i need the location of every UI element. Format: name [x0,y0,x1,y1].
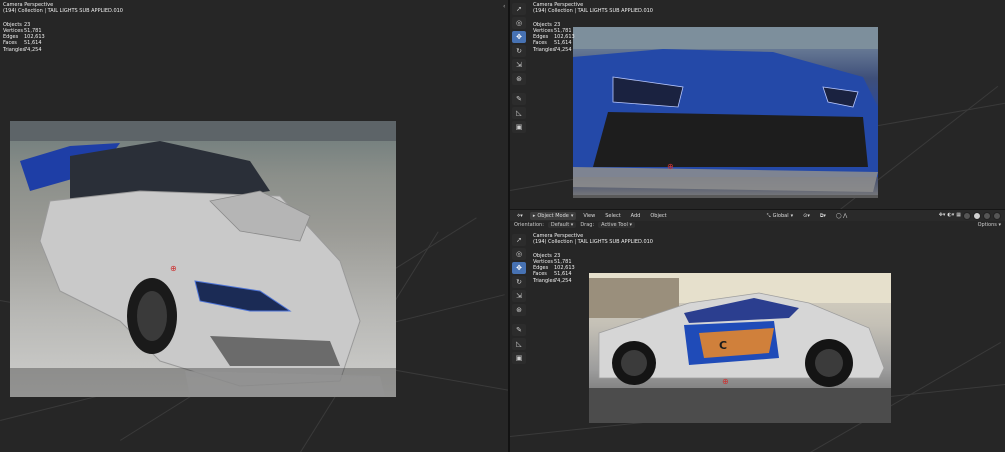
collection-label: (194) Collection | TAIL LIGHTS SUB APPLI… [533,239,653,246]
material-shading-icon[interactable] [983,211,991,220]
car-render-side: C ⊕ [589,273,891,423]
chevron-down-icon: ▾ [570,212,574,219]
viewport-header: ⟡▾ ▸ Object Mode ▾ View Select Add Objec… [510,209,1005,221]
chevron-down-icon: ▾ [998,222,1001,228]
mode-dropdown[interactable]: ▸ Object Mode ▾ [529,211,577,220]
snap-icon[interactable]: ⧉▾ [817,212,829,220]
viewport-bottom-right[interactable]: Camera Perspective (194) Collection | TA… [510,221,1005,452]
rotate-icon[interactable]: ↻ [512,45,526,57]
cursor-select-icon[interactable]: ➚ [512,3,526,15]
tool-separator [512,318,526,322]
3d-cursor-icon[interactable]: ◎ [512,248,526,260]
drag-dropdown[interactable]: Active Tool ▾ [598,222,636,228]
solid-shading-icon[interactable] [973,211,981,220]
add-cube-icon[interactable]: ▣ [512,121,526,133]
menu-view[interactable]: View [580,212,598,220]
menu-add[interactable]: Add [628,212,644,220]
stat-value: 74,254 [554,277,572,284]
area-split-arrow-icon[interactable]: ‹ [503,3,505,10]
cursor-select-icon[interactable]: ➚ [512,234,526,246]
stat-value: 74,254 [554,46,572,53]
wireframe-shading-icon[interactable] [963,211,971,220]
chevron-down-icon: ▾ [790,212,794,219]
chevron-down-icon: ▾ [629,222,633,228]
tool-settings-bar: Orientation: Default ▾ Drag: Active Tool… [510,221,1005,229]
svg-text:⊕: ⊕ [722,377,729,386]
options-dropdown[interactable]: Options ▾ [978,222,1005,228]
options-label: Options [977,222,997,228]
move-icon[interactable]: ✥ [512,262,526,274]
tool-separator [512,87,526,91]
measure-icon[interactable]: ◺ [512,107,526,119]
tool-shelf: ➚ ◎ ✥ ↻ ⇲ ⊛ ✎ ◺ ▣ [512,234,526,364]
viewport-overlay-info: Camera Perspective (194) Collection | TA… [533,233,653,284]
stat-value: 74,254 [24,46,42,53]
menu-object[interactable]: Object [647,212,669,220]
scene-stats: Objects 23 Vertices 51,781 Edges 102,613 Fa… [533,22,653,53]
overlay-icon[interactable]: ◐▾ [947,212,954,220]
orientation-value: Default [550,222,570,228]
drag-label: Drag: [580,222,595,228]
mesh-lower-region [10,368,396,397]
shading-controls: ✥▾ ◐▾ ▦ [939,211,1005,220]
gizmo-icon[interactable]: ✥▾ [939,212,946,220]
pivot-icon[interactable]: ⊙▾ [800,212,813,220]
annotate-icon[interactable]: ✎ [512,324,526,336]
scale-icon[interactable]: ⇲ [512,290,526,302]
svg-text:⊕: ⊕ [667,162,674,171]
transform-orientation-dropdown[interactable]: ⤡ Global ▾ [764,212,796,220]
tool-shelf: ➚ ◎ ✥ ↻ ⇲ ⊛ ✎ ◺ ▣ [512,3,526,133]
scene-stats: Objects 23 Vertices 51,781 Edges 102,613 Fa… [3,22,123,53]
editor-type-icon[interactable]: ⟡▾ [514,212,526,220]
reference-image-side[interactable]: C ⊕ [589,273,891,423]
orientation-dropdown[interactable]: Default ▾ [547,222,577,228]
transform-icon[interactable]: ⊛ [512,304,526,316]
svg-text:C: C [719,339,727,352]
mode-icon: ▸ [532,212,536,219]
proportional-edit-icon[interactable]: ◯ ⋀ [833,212,850,220]
scene-stats: Objects 23 Vertices 51,781 Edges 102,613 Fa… [533,253,653,284]
move-icon[interactable]: ✥ [512,31,526,43]
car-render-front: ⊕ [10,121,396,397]
stat-label: Triangles [3,46,26,53]
viewport-overlay-info: Camera Perspective (194) Collection | TA… [533,2,653,53]
stat-label: Triangles [533,277,556,284]
xray-icon[interactable]: ▦ [956,212,961,220]
mode-label: Object Mode [537,212,569,219]
reference-image-front-three-quarter[interactable]: ⊕ [10,121,396,397]
rendered-shading-icon[interactable] [993,211,1001,220]
svg-text:⊕: ⊕ [170,264,177,273]
stat-label: Triangles [533,46,556,53]
orientation-label: Orientation: [514,222,544,228]
3d-cursor-icon[interactable]: ◎ [512,17,526,29]
add-cube-icon[interactable]: ▣ [512,352,526,364]
collection-label: (194) Collection | TAIL LIGHTS SUB APPLI… [533,8,653,15]
orientation-icon: ⤡ [766,212,771,219]
transform-icon[interactable]: ⊛ [512,73,526,85]
transform-orientation-label: Global [772,212,789,219]
viewport-left[interactable]: Camera Perspective (194) Collection | TA… [0,0,508,452]
viewport-overlay-info: Camera Perspective (194) Collection | TA… [3,2,123,53]
menu-select[interactable]: Select [602,212,623,220]
rotate-icon[interactable]: ↻ [512,276,526,288]
drag-value: Active Tool [601,222,628,228]
collection-label: (194) Collection | TAIL LIGHTS SUB APPLI… [3,8,123,15]
measure-icon[interactable]: ◺ [512,338,526,350]
scale-icon[interactable]: ⇲ [512,59,526,71]
chevron-down-icon: ▾ [570,222,574,228]
annotate-icon[interactable]: ✎ [512,93,526,105]
viewport-top-right[interactable]: Camera Perspective (194) Collection | TA… [510,0,1005,209]
